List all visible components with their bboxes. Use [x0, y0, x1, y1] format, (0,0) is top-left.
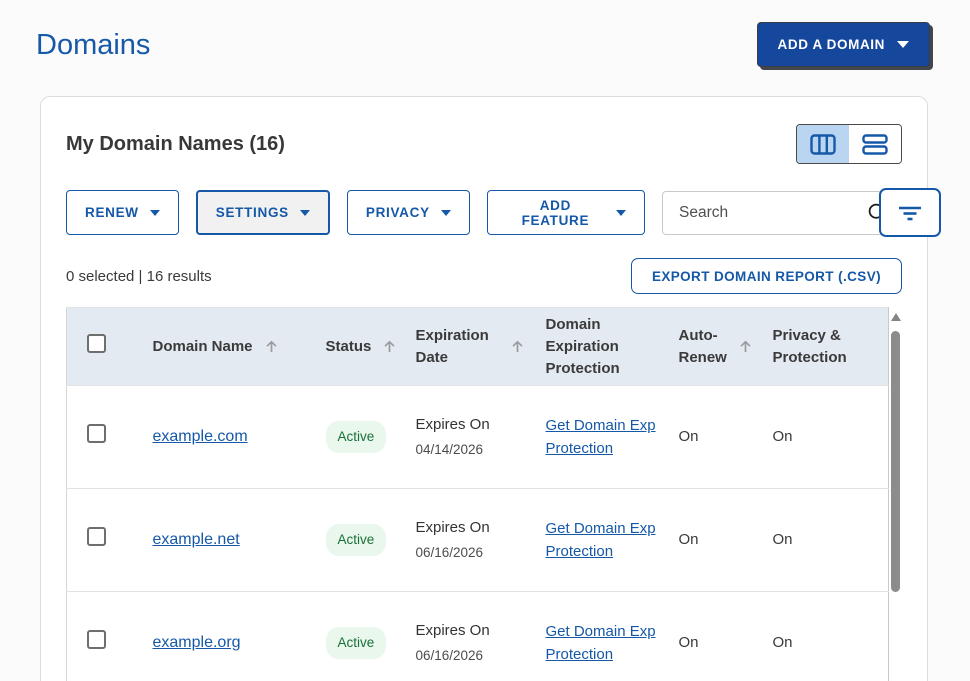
row-view-button[interactable] — [849, 125, 901, 163]
toolbar: RENEW SETTINGS PRIVACY ADD FEATURE — [66, 190, 902, 235]
expiration-date: 06/16/2026 — [416, 646, 526, 666]
column-view-icon — [810, 134, 836, 155]
sort-ascending-icon[interactable] — [737, 338, 754, 355]
selection-row: 0 selected | 16 results EXPORT DOMAIN RE… — [66, 258, 902, 294]
view-toggle — [796, 124, 902, 164]
row-view-icon — [862, 134, 888, 155]
privacy-label: PRIVACY — [366, 205, 430, 220]
privacy-protection-value: On — [773, 634, 793, 651]
scroll-up-icon[interactable] — [891, 313, 901, 321]
auto-renew-value: On — [679, 428, 699, 445]
auto-renew-value: On — [679, 634, 699, 651]
filter-icon — [898, 204, 922, 222]
get-domain-exp-protection-link[interactable]: Get Domain Exp Protection — [546, 517, 659, 564]
table-row: example.net Active Expires On 06/16/2026… — [67, 489, 889, 592]
card-title-row: My Domain Names (16) — [66, 124, 902, 164]
status-badge: Active — [326, 524, 387, 556]
filter-button[interactable] — [879, 188, 941, 237]
page-title: Domains — [36, 22, 150, 62]
get-domain-exp-protection-link[interactable]: Get Domain Exp Protection — [546, 620, 659, 667]
caret-down-icon — [897, 41, 909, 48]
domains-table: Domain Name Status — [66, 307, 889, 681]
auto-renew-value: On — [679, 531, 699, 548]
column-header-auto-renew[interactable]: Auto-Renew — [665, 308, 759, 386]
settings-label: SETTINGS — [216, 205, 289, 220]
table-row: example.org Active Expires On 06/16/2026… — [67, 592, 889, 681]
scrollbar-thumb[interactable] — [891, 331, 900, 592]
add-feature-button[interactable]: ADD FEATURE — [487, 190, 645, 235]
column-label: Status — [326, 336, 372, 358]
row-checkbox[interactable] — [87, 630, 106, 649]
column-view-button[interactable] — [797, 125, 849, 163]
domain-link[interactable]: example.org — [153, 634, 241, 651]
add-a-domain-button[interactable]: ADD A DOMAIN — [757, 22, 930, 67]
search-input[interactable] — [679, 204, 867, 222]
column-label: Privacy & Protection — [773, 327, 847, 366]
domain-link[interactable]: example.com — [153, 428, 248, 445]
privacy-protection-value: On — [773, 531, 793, 548]
renew-label: RENEW — [85, 205, 139, 220]
expires-on-label: Expires On — [416, 414, 526, 437]
privacy-protection-value: On — [773, 428, 793, 445]
add-a-domain-label: ADD A DOMAIN — [778, 37, 885, 52]
expiration-date: 06/16/2026 — [416, 543, 526, 563]
table-header-row: Domain Name Status — [67, 308, 889, 386]
renew-button[interactable]: RENEW — [66, 190, 179, 235]
my-domain-names-card: My Domain Names (16) — [40, 96, 928, 681]
page-header: Domains ADD A DOMAIN — [0, 0, 970, 67]
column-label: Domain Expiration Protection — [546, 316, 620, 377]
column-header-expiration-date[interactable]: Expiration Date — [402, 308, 532, 386]
row-checkbox[interactable] — [87, 424, 106, 443]
sort-ascending-icon[interactable] — [381, 338, 398, 355]
caret-down-icon — [150, 210, 160, 216]
expires-on-label: Expires On — [416, 517, 526, 540]
add-feature-label: ADD FEATURE — [506, 198, 605, 228]
caret-down-icon — [300, 210, 310, 216]
card-title: My Domain Names (16) — [66, 133, 285, 156]
domains-table-wrap: Domain Name Status — [66, 307, 902, 681]
sort-ascending-icon[interactable] — [509, 338, 526, 355]
export-domain-report-button[interactable]: EXPORT DOMAIN REPORT (.CSV) — [631, 258, 902, 294]
select-all-checkbox[interactable] — [87, 334, 106, 353]
column-header-privacy-protection[interactable]: Privacy & Protection — [759, 308, 889, 386]
selection-summary: 0 selected | 16 results — [66, 268, 212, 285]
search-box — [662, 191, 902, 235]
column-header-domain-expiration-protection[interactable]: Domain Expiration Protection — [532, 308, 665, 386]
table-scrollbar[interactable] — [890, 311, 902, 681]
caret-down-icon — [616, 210, 626, 216]
caret-down-icon — [441, 210, 451, 216]
table-row: example.com Active Expires On 04/14/2026… — [67, 386, 889, 489]
column-header-status[interactable]: Status — [312, 308, 402, 386]
expires-on-label: Expires On — [416, 620, 526, 643]
privacy-button[interactable]: PRIVACY — [347, 190, 470, 235]
expiration-date: 04/14/2026 — [416, 440, 526, 460]
column-label: Auto-Renew — [679, 325, 727, 369]
column-label: Expiration Date — [416, 325, 499, 369]
row-checkbox[interactable] — [87, 527, 106, 546]
column-header-domain-name[interactable]: Domain Name — [139, 308, 312, 386]
status-badge: Active — [326, 421, 387, 453]
column-label: Domain Name — [153, 336, 253, 358]
status-badge: Active — [326, 627, 387, 659]
settings-button[interactable]: SETTINGS — [196, 190, 330, 235]
domain-link[interactable]: example.net — [153, 531, 240, 548]
get-domain-exp-protection-link[interactable]: Get Domain Exp Protection — [546, 414, 659, 461]
sort-ascending-icon[interactable] — [263, 338, 280, 355]
